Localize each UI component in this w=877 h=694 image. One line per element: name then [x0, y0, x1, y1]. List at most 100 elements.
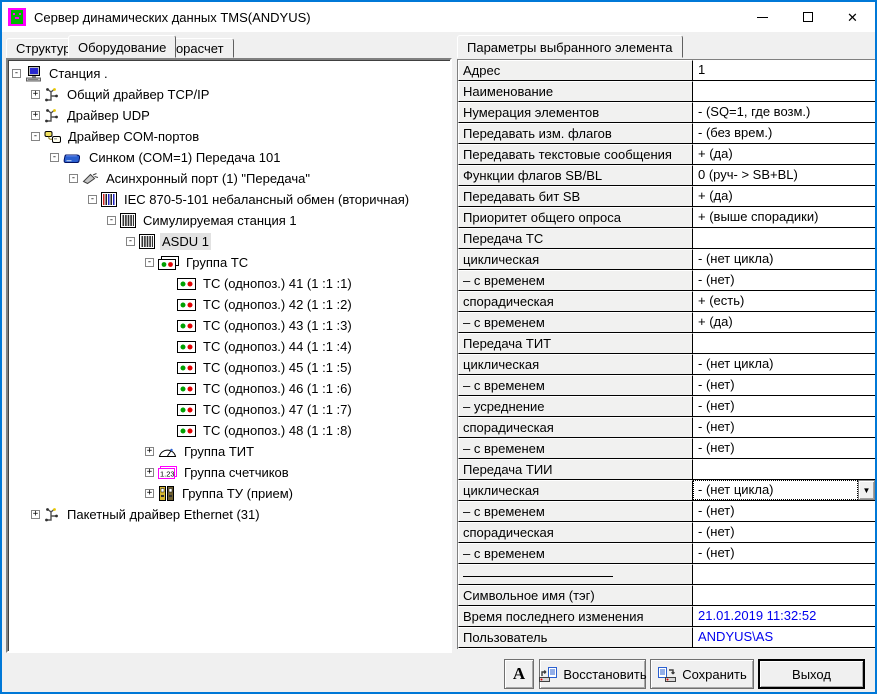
param-row: Время последнего изменения21.01.2019 11:… [458, 606, 875, 627]
param-value[interactable] [693, 585, 875, 606]
tree-item[interactable]: -Группа ТС [8, 252, 450, 273]
param-value[interactable]: 1 [693, 60, 875, 81]
param-value[interactable] [693, 333, 875, 354]
param-value[interactable]: - (нет) [693, 396, 875, 417]
com-ports-icon [44, 129, 61, 144]
maximize-button[interactable] [785, 2, 830, 32]
tree-item[interactable]: ТС (однопоз.) 47 (1 :1 :7) [8, 399, 450, 420]
font-button[interactable]: A [504, 659, 534, 689]
param-value[interactable]: - (нет цикла) [693, 354, 875, 375]
title-bar: Сервер динамических данных TMS(ANDYUS) ✕ [2, 2, 875, 32]
collapse-icon[interactable]: - [31, 132, 40, 141]
param-value[interactable]: + (да) [693, 186, 875, 207]
param-value[interactable]: + (да) [693, 144, 875, 165]
expand-icon[interactable]: + [145, 447, 154, 456]
station-bars-icon [120, 213, 136, 228]
tc-point-icon [177, 320, 196, 332]
tree-item[interactable]: -Симулируемая станция 1 [8, 210, 450, 231]
tree-item[interactable]: +Пакетный драйвер Ethernet (31) [8, 504, 450, 525]
param-value[interactable]: - (нет) [693, 438, 875, 459]
param-value[interactable]: - (нет) [693, 543, 875, 564]
exit-button[interactable]: Выход [758, 659, 865, 689]
param-label: Пользователь [458, 627, 693, 648]
param-label: Наименование [458, 81, 693, 102]
tree-item-label: Группа ТИТ [182, 443, 256, 460]
tree-item[interactable]: - Синком (COM=1) Передача 101 [8, 147, 450, 168]
minimize-button[interactable] [740, 2, 785, 32]
tree-item[interactable]: -Асинхронный порт (1) "Передача" [8, 168, 450, 189]
param-value[interactable]: - (SQ=1, где возм.) [693, 102, 875, 123]
tab-parameters[interactable]: Параметры выбранного элемента [457, 35, 683, 58]
tree-item[interactable]: ТС (однопоз.) 48 (1 :1 :8) [8, 420, 450, 441]
tree-item[interactable]: +Драйвер UDP [8, 105, 450, 126]
param-value[interactable]: - (нет) [693, 270, 875, 291]
tree-item[interactable]: ТС (однопоз.) 42 (1 :1 :2) [8, 294, 450, 315]
param-label: циклическая [458, 480, 693, 501]
collapse-icon[interactable]: - [50, 153, 59, 162]
param-value[interactable]: - (нет) [693, 375, 875, 396]
counter-icon: 1.23 [158, 466, 177, 479]
param-row: Передача ТИИ [458, 459, 875, 480]
app-icon [8, 8, 26, 26]
param-value[interactable]: ANDYUS\AS [693, 627, 875, 648]
param-row: спорадическая- (нет) [458, 417, 875, 438]
param-value[interactable]: 0 (руч- > SB+BL) [693, 165, 875, 186]
param-value[interactable]: 21.01.2019 11:32:52 [693, 606, 875, 627]
expand-icon[interactable]: + [31, 90, 40, 99]
param-value[interactable]: - (нет) [693, 417, 875, 438]
tree-item[interactable]: -IEC 870-5-101 небалансный обмен (вторич… [8, 189, 450, 210]
save-button[interactable]: Сохранить [650, 659, 754, 689]
tree-item-label: ТС (однопоз.) 47 (1 :1 :7) [201, 401, 354, 418]
param-value[interactable] [693, 564, 875, 585]
param-label: – с временем [458, 543, 693, 564]
tree-item[interactable]: + Группа ТИТ [8, 441, 450, 462]
tree-item[interactable]: + Общий драйвер TCP/IP [8, 84, 450, 105]
param-value[interactable]: - (нет) [693, 501, 875, 522]
tree-item[interactable]: -ASDU 1 [8, 231, 450, 252]
expand-icon[interactable]: + [31, 111, 40, 120]
chevron-down-icon[interactable]: ▼ [858, 480, 875, 500]
collapse-icon[interactable]: - [107, 216, 116, 225]
param-value[interactable]: - (нет цикла) [693, 249, 875, 270]
tree-item[interactable]: ТС (однопоз.) 46 (1 :1 :6) [8, 378, 450, 399]
param-value[interactable]: - (нет цикла)▼ [693, 480, 875, 501]
collapse-icon[interactable]: - [69, 174, 78, 183]
expand-icon[interactable]: + [145, 468, 154, 477]
param-value[interactable]: + (да) [693, 312, 875, 333]
param-value[interactable]: + (выше спорадики) [693, 207, 875, 228]
param-value[interactable]: - (нет) [693, 522, 875, 543]
param-row: циклическая- (нет цикла)▼ [458, 480, 875, 501]
collapse-icon[interactable]: - [145, 258, 154, 267]
tree-item[interactable]: ТС (однопоз.) 43 (1 :1 :3) [8, 315, 450, 336]
param-row: Адрес1 [458, 60, 875, 81]
param-value-combobox[interactable]: - (нет цикла)▼ [693, 480, 875, 500]
param-label: Передавать бит SB [458, 186, 693, 207]
tree-item[interactable]: +1.23Группа счетчиков [8, 462, 450, 483]
param-value[interactable] [693, 228, 875, 249]
close-button[interactable]: ✕ [830, 2, 875, 32]
collapse-icon[interactable]: - [88, 195, 97, 204]
expand-icon[interactable]: + [145, 489, 154, 498]
tree-item[interactable]: +Группа ТУ (прием) [8, 483, 450, 504]
param-row: Наименование [458, 81, 875, 102]
tree-item[interactable]: ТС (однопоз.) 45 (1 :1 :5) [8, 357, 450, 378]
tree-item[interactable]: -Станция . [8, 63, 450, 84]
collapse-icon[interactable]: - [12, 69, 21, 78]
combobox-value[interactable]: - (нет цикла) [693, 480, 858, 500]
param-value[interactable] [693, 81, 875, 102]
tree-item[interactable]: -Драйвер COM-портов [8, 126, 450, 147]
param-value[interactable]: - (без врем.) [693, 123, 875, 144]
tree-item[interactable]: ТС (однопоз.) 44 (1 :1 :4) [8, 336, 450, 357]
computer-icon [25, 66, 42, 82]
tab-equipment[interactable]: Оборудование [68, 35, 176, 58]
param-value[interactable] [693, 459, 875, 480]
tree-item-label: Синком (COM=1) Передача 101 [87, 149, 282, 166]
param-label: Функции флагов SB/BL [458, 165, 693, 186]
tree-item[interactable]: ТС (однопоз.) 41 (1 :1 :1) [8, 273, 450, 294]
collapse-icon[interactable]: - [126, 237, 135, 246]
restore-button[interactable]: Восстановить [539, 659, 646, 689]
param-value[interactable]: + (есть) [693, 291, 875, 312]
tree-item-label: Общий драйвер TCP/IP [65, 86, 211, 103]
expand-icon[interactable]: + [31, 510, 40, 519]
exit-button-label: Выход [792, 667, 831, 682]
